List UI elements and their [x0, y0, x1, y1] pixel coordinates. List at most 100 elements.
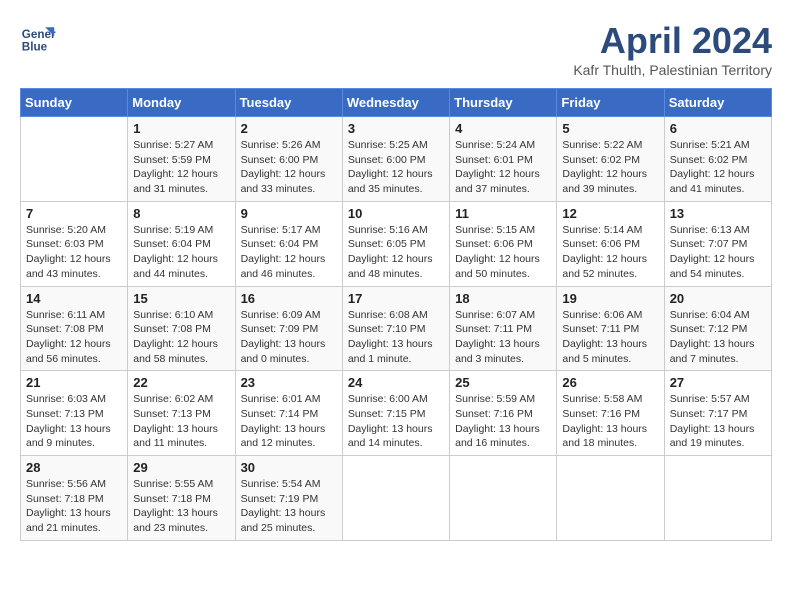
- day-info: Sunrise: 5:16 AM Sunset: 6:05 PM Dayligh…: [348, 223, 444, 282]
- day-info: Sunrise: 6:04 AM Sunset: 7:12 PM Dayligh…: [670, 308, 766, 367]
- day-cell: 2 Sunrise: 5:26 AM Sunset: 6:00 PM Daylig…: [235, 117, 342, 202]
- day-number: 16: [241, 291, 337, 306]
- page-header: General Blue General Blue April 2024 Kaf…: [20, 20, 772, 78]
- day-info: Sunrise: 5:59 AM Sunset: 7:16 PM Dayligh…: [455, 392, 551, 451]
- svg-text:Blue: Blue: [22, 41, 48, 54]
- day-cell: 23 Sunrise: 6:01 AM Sunset: 7:14 PM Dayli…: [235, 371, 342, 456]
- logo: General Blue General Blue: [20, 20, 56, 56]
- day-number: 29: [133, 460, 229, 475]
- day-info: Sunrise: 6:02 AM Sunset: 7:13 PM Dayligh…: [133, 392, 229, 451]
- day-info: Sunrise: 5:27 AM Sunset: 5:59 PM Dayligh…: [133, 138, 229, 197]
- day-number: 23: [241, 375, 337, 390]
- day-number: 21: [26, 375, 122, 390]
- header-day: Monday: [128, 89, 235, 117]
- day-info: Sunrise: 5:22 AM Sunset: 6:02 PM Dayligh…: [562, 138, 658, 197]
- day-info: Sunrise: 5:15 AM Sunset: 6:06 PM Dayligh…: [455, 223, 551, 282]
- day-cell: 8Sunrise: 5:19 AM Sunset: 6:04 PM Daylig…: [128, 201, 235, 286]
- day-cell: 15Sunrise: 6:10 AM Sunset: 7:08 PM Dayli…: [128, 286, 235, 371]
- day-cell: [450, 456, 557, 541]
- day-cell: 3 Sunrise: 5:25 AM Sunset: 6:00 PM Daylig…: [342, 117, 449, 202]
- calendar-header: SundayMondayTuesdayWednesdayThursdayFrid…: [21, 89, 772, 117]
- day-cell: 13 Sunrise: 6:13 AM Sunset: 7:07 PM Dayli…: [664, 201, 771, 286]
- day-info: Sunrise: 5:56 AM Sunset: 7:18 PM Dayligh…: [26, 477, 122, 536]
- day-cell: 20Sunrise: 6:04 AM Sunset: 7:12 PM Dayli…: [664, 286, 771, 371]
- day-number: 5: [562, 121, 658, 136]
- day-number: 11: [455, 206, 551, 221]
- day-info: Sunrise: 6:11 AM Sunset: 7:08 PM Dayligh…: [26, 308, 122, 367]
- week-row: 1 Sunrise: 5:27 AM Sunset: 5:59 PM Daylig…: [21, 117, 772, 202]
- day-info: Sunrise: 5:20 AM Sunset: 6:03 PM Dayligh…: [26, 223, 122, 282]
- day-cell: 6Sunrise: 5:21 AM Sunset: 6:02 PM Daylig…: [664, 117, 771, 202]
- day-info: Sunrise: 6:01 AM Sunset: 7:14 PM Dayligh…: [241, 392, 337, 451]
- day-cell: 17 Sunrise: 6:08 AM Sunset: 7:10 PM Dayli…: [342, 286, 449, 371]
- day-cell: 21 Sunrise: 6:03 AM Sunset: 7:13 PM Dayli…: [21, 371, 128, 456]
- header-day: Sunday: [21, 89, 128, 117]
- header-day: Saturday: [664, 89, 771, 117]
- day-cell: 9 Sunrise: 5:17 AM Sunset: 6:04 PM Daylig…: [235, 201, 342, 286]
- day-cell: 28 Sunrise: 5:56 AM Sunset: 7:18 PM Dayli…: [21, 456, 128, 541]
- title-block: April 2024 Kafr Thulth, Palestinian Terr…: [573, 20, 772, 78]
- day-number: 24: [348, 375, 444, 390]
- day-cell: 24Sunrise: 6:00 AM Sunset: 7:15 PM Dayli…: [342, 371, 449, 456]
- day-info: Sunrise: 6:09 AM Sunset: 7:09 PM Dayligh…: [241, 308, 337, 367]
- day-cell: 29 Sunrise: 5:55 AM Sunset: 7:18 PM Dayli…: [128, 456, 235, 541]
- day-info: Sunrise: 5:24 AM Sunset: 6:01 PM Dayligh…: [455, 138, 551, 197]
- calendar-table: SundayMondayTuesdayWednesdayThursdayFrid…: [20, 88, 772, 541]
- day-info: Sunrise: 5:54 AM Sunset: 7:19 PM Dayligh…: [241, 477, 337, 536]
- logo-icon: General Blue: [20, 20, 56, 56]
- day-number: 26: [562, 375, 658, 390]
- day-cell: [557, 456, 664, 541]
- day-number: 28: [26, 460, 122, 475]
- day-cell: 18 Sunrise: 6:07 AM Sunset: 7:11 PM Dayli…: [450, 286, 557, 371]
- day-number: 22: [133, 375, 229, 390]
- day-cell: 27Sunrise: 5:57 AM Sunset: 7:17 PM Dayli…: [664, 371, 771, 456]
- day-cell: 10 Sunrise: 5:16 AM Sunset: 6:05 PM Dayli…: [342, 201, 449, 286]
- day-number: 13: [670, 206, 766, 221]
- header-day: Wednesday: [342, 89, 449, 117]
- day-info: Sunrise: 5:26 AM Sunset: 6:00 PM Dayligh…: [241, 138, 337, 197]
- day-info: Sunrise: 5:58 AM Sunset: 7:16 PM Dayligh…: [562, 392, 658, 451]
- day-info: Sunrise: 6:08 AM Sunset: 7:10 PM Dayligh…: [348, 308, 444, 367]
- day-number: 10: [348, 206, 444, 221]
- day-info: Sunrise: 6:03 AM Sunset: 7:13 PM Dayligh…: [26, 392, 122, 451]
- day-number: 9: [241, 206, 337, 221]
- day-number: 19: [562, 291, 658, 306]
- week-row: 21 Sunrise: 6:03 AM Sunset: 7:13 PM Dayli…: [21, 371, 772, 456]
- day-info: Sunrise: 6:06 AM Sunset: 7:11 PM Dayligh…: [562, 308, 658, 367]
- day-cell: 26 Sunrise: 5:58 AM Sunset: 7:16 PM Dayli…: [557, 371, 664, 456]
- day-number: 30: [241, 460, 337, 475]
- day-info: Sunrise: 5:17 AM Sunset: 6:04 PM Dayligh…: [241, 223, 337, 282]
- header-day: Tuesday: [235, 89, 342, 117]
- day-info: Sunrise: 6:07 AM Sunset: 7:11 PM Dayligh…: [455, 308, 551, 367]
- day-cell: 19 Sunrise: 6:06 AM Sunset: 7:11 PM Dayli…: [557, 286, 664, 371]
- day-number: 25: [455, 375, 551, 390]
- day-cell: 11 Sunrise: 5:15 AM Sunset: 6:06 PM Dayli…: [450, 201, 557, 286]
- day-info: Sunrise: 5:55 AM Sunset: 7:18 PM Dayligh…: [133, 477, 229, 536]
- day-number: 17: [348, 291, 444, 306]
- day-number: 1: [133, 121, 229, 136]
- week-row: 14 Sunrise: 6:11 AM Sunset: 7:08 PM Dayli…: [21, 286, 772, 371]
- month-title: April 2024: [573, 20, 772, 62]
- day-cell: 12 Sunrise: 5:14 AM Sunset: 6:06 PM Dayli…: [557, 201, 664, 286]
- day-cell: 30 Sunrise: 5:54 AM Sunset: 7:19 PM Dayli…: [235, 456, 342, 541]
- day-number: 18: [455, 291, 551, 306]
- day-cell: 1 Sunrise: 5:27 AM Sunset: 5:59 PM Daylig…: [128, 117, 235, 202]
- subtitle: Kafr Thulth, Palestinian Territory: [573, 62, 772, 78]
- day-number: 14: [26, 291, 122, 306]
- day-info: Sunrise: 5:14 AM Sunset: 6:06 PM Dayligh…: [562, 223, 658, 282]
- day-number: 15: [133, 291, 229, 306]
- day-number: 2: [241, 121, 337, 136]
- day-cell: 4Sunrise: 5:24 AM Sunset: 6:01 PM Daylig…: [450, 117, 557, 202]
- day-info: Sunrise: 5:19 AM Sunset: 6:04 PM Dayligh…: [133, 223, 229, 282]
- day-number: 12: [562, 206, 658, 221]
- day-number: 27: [670, 375, 766, 390]
- header-day: Thursday: [450, 89, 557, 117]
- day-number: 3: [348, 121, 444, 136]
- day-number: 7: [26, 206, 122, 221]
- day-cell: [664, 456, 771, 541]
- day-info: Sunrise: 6:13 AM Sunset: 7:07 PM Dayligh…: [670, 223, 766, 282]
- day-cell: [342, 456, 449, 541]
- day-info: Sunrise: 5:21 AM Sunset: 6:02 PM Dayligh…: [670, 138, 766, 197]
- day-info: Sunrise: 5:25 AM Sunset: 6:00 PM Dayligh…: [348, 138, 444, 197]
- week-row: 7 Sunrise: 5:20 AM Sunset: 6:03 PM Daylig…: [21, 201, 772, 286]
